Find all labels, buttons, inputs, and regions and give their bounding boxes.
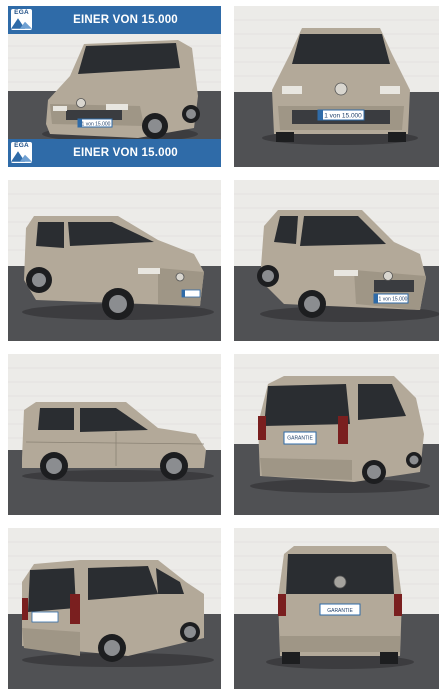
car-photo: [8, 528, 221, 689]
license-plate-text: 1 von 15.000: [82, 121, 111, 127]
gallery-photo-3[interactable]: [8, 180, 221, 341]
banner-text: EINER VON 15.000: [73, 147, 178, 159]
car-photo: GARANTIE: [234, 354, 439, 515]
car-photo: 1 von 15.000: [234, 180, 439, 341]
car-photo: [8, 354, 221, 515]
gallery-photo-6[interactable]: GARANTIE: [234, 354, 439, 515]
car-photo: GARANTIE: [234, 528, 439, 689]
dealer-logo: EGA: [11, 142, 32, 163]
banner-text: EINER VON 15.000: [73, 14, 178, 26]
gallery-photo-2[interactable]: 1 von 15.000: [234, 6, 439, 167]
gallery-photo-8[interactable]: GARANTIE: [234, 528, 439, 689]
logo-mark-icon: [11, 151, 32, 162]
car-photo: 1 von 15.000: [234, 6, 439, 167]
photo-gallery: 1 von 15.000 EGA EINER VON 15.000 EGA EI…: [0, 0, 439, 689]
dealer-plate-text: GARANTIE: [287, 436, 313, 442]
license-plate-text: 1 von 15.000: [379, 297, 408, 303]
dealer-logo: EGA: [11, 9, 32, 30]
license-plate-text: 1 von 15.000: [324, 113, 362, 120]
gallery-photo-5[interactable]: [8, 354, 221, 515]
promo-banner-top: EGA EINER VON 15.000: [8, 6, 221, 34]
car-photo: [8, 180, 221, 341]
promo-banner-bottom: EGA EINER VON 15.000: [8, 139, 221, 167]
gallery-photo-4[interactable]: 1 von 15.000: [234, 180, 439, 341]
gallery-photo-1[interactable]: 1 von 15.000 EGA EINER VON 15.000 EGA EI…: [8, 6, 221, 167]
logo-text: EGA: [14, 9, 29, 16]
dealer-plate-text: GARANTIE: [327, 608, 353, 614]
gallery-photo-7[interactable]: [8, 528, 221, 689]
logo-mark-icon: [11, 18, 32, 29]
logo-text: EGA: [14, 142, 29, 149]
